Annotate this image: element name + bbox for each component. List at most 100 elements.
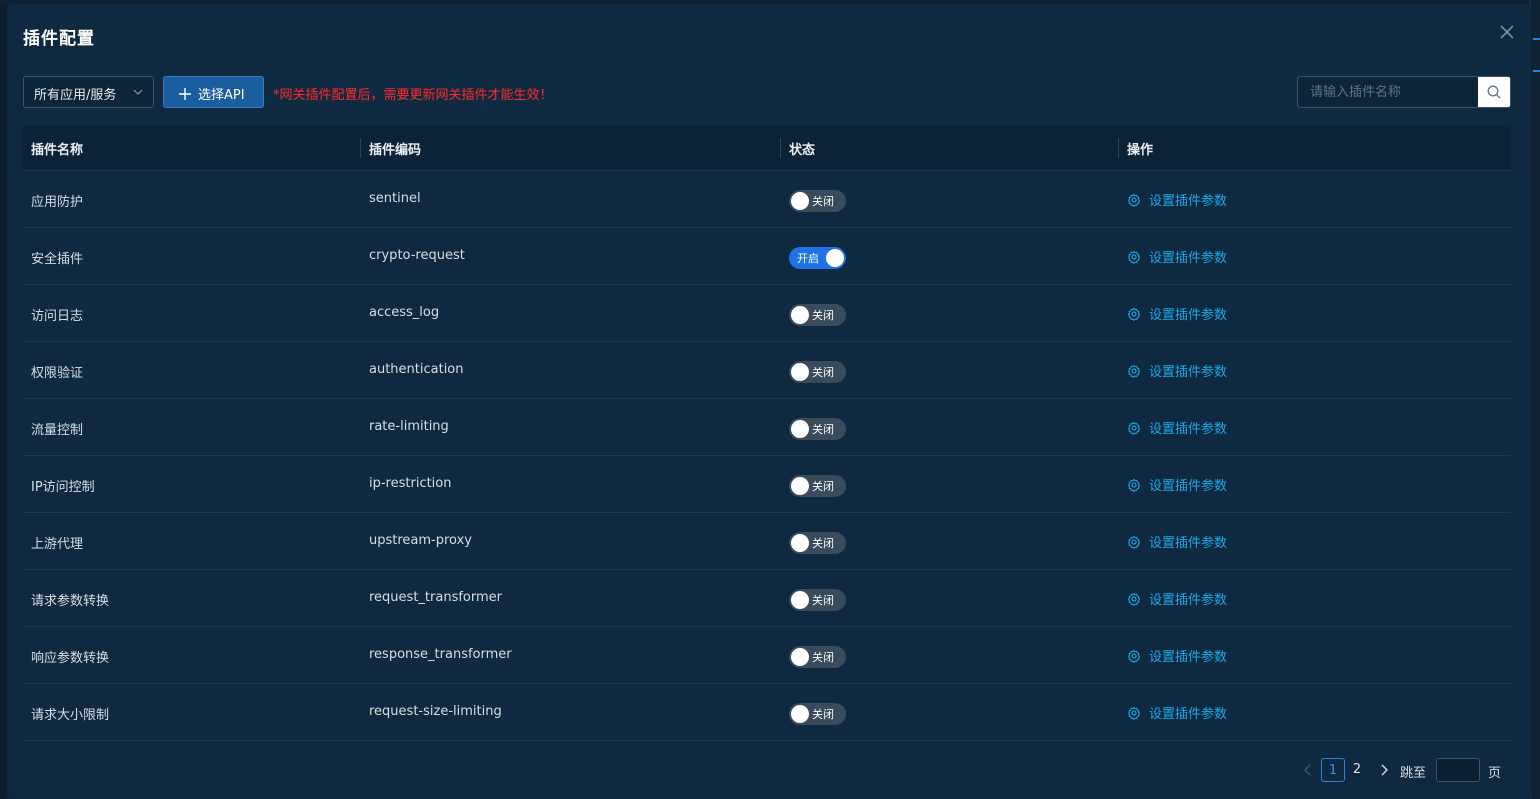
plugin-code-cell: ip-restriction bbox=[369, 476, 452, 491]
action-label: 设置插件参数 bbox=[1149, 422, 1228, 437]
plugin-code-cell: authentication bbox=[369, 362, 464, 377]
action-label: 设置插件参数 bbox=[1149, 707, 1228, 722]
set-plugin-params-link[interactable]: 设置插件参数 bbox=[1127, 190, 1227, 209]
plugin-code-cell: sentinel bbox=[369, 191, 421, 206]
status-cell: 关闭 bbox=[781, 570, 1119, 626]
action-cell: 设置插件参数 bbox=[1119, 684, 1511, 740]
status-toggle[interactable]: 关闭 bbox=[789, 361, 846, 383]
toggle-label: 关闭 bbox=[812, 423, 834, 436]
toggle-knob bbox=[791, 648, 809, 666]
warning-text: *网关插件配置后，需要更新网关插件才能生效！ bbox=[273, 88, 553, 103]
status-toggle[interactable]: 开启 bbox=[789, 247, 846, 269]
action-label: 设置插件参数 bbox=[1149, 479, 1228, 494]
plugin-code-cell: crypto-request bbox=[369, 248, 465, 263]
set-plugin-params-link[interactable]: 设置插件参数 bbox=[1127, 304, 1227, 323]
select-api-button[interactable]: 选择API bbox=[163, 76, 264, 108]
table-row: IP访问控制 ip-restriction 关闭 设置插件参数 bbox=[23, 456, 1511, 513]
toggle-knob bbox=[791, 477, 809, 495]
status-toggle[interactable]: 关闭 bbox=[789, 475, 846, 497]
action-cell: 设置插件参数 bbox=[1119, 285, 1511, 341]
plugin-name-cell: 权限验证 bbox=[31, 366, 84, 381]
gear-icon bbox=[1127, 592, 1141, 606]
chevron-down-icon bbox=[133, 89, 143, 95]
table-header: 插件名称 插件编码 状态 操作 bbox=[23, 125, 1511, 171]
select-api-label: 选择API bbox=[198, 88, 245, 103]
action-cell: 设置插件参数 bbox=[1119, 456, 1511, 512]
chevron-left-icon[interactable] bbox=[1301, 762, 1315, 778]
status-toggle[interactable]: 关闭 bbox=[789, 418, 846, 440]
action-label: 设置插件参数 bbox=[1149, 251, 1228, 266]
toggle-label: 关闭 bbox=[812, 594, 834, 607]
close-icon[interactable] bbox=[1497, 22, 1517, 42]
toggle-knob bbox=[791, 363, 809, 381]
plugin-config-modal: 插件配置 所有应用/服务 选择API *网关插件配置后，需要更新网关插件才能生效… bbox=[7, 4, 1531, 799]
status-toggle[interactable]: 关闭 bbox=[789, 190, 846, 212]
plugin-code-cell: rate-limiting bbox=[369, 419, 449, 434]
background-marker bbox=[1533, 70, 1540, 72]
plugin-table: 插件名称 插件编码 状态 操作 应用防护 sentinel 关闭 设置插件参数 安全插件… bbox=[23, 125, 1511, 741]
set-plugin-params-link[interactable]: 设置插件参数 bbox=[1127, 475, 1227, 494]
table-body: 应用防护 sentinel 关闭 设置插件参数 安全插件 crypto-request 开启… bbox=[23, 171, 1511, 741]
plus-icon bbox=[179, 88, 191, 100]
page-button-2[interactable]: 2 bbox=[1345, 758, 1369, 782]
set-plugin-params-link[interactable]: 设置插件参数 bbox=[1127, 589, 1227, 608]
action-cell: 设置插件参数 bbox=[1119, 513, 1511, 569]
status-toggle[interactable]: 关闭 bbox=[789, 304, 846, 326]
toggle-label: 关闭 bbox=[812, 309, 834, 322]
background-app-edge bbox=[1530, 0, 1540, 799]
plugin-name-cell: 应用防护 bbox=[31, 195, 84, 210]
set-plugin-params-link[interactable]: 设置插件参数 bbox=[1127, 361, 1227, 380]
search-button[interactable] bbox=[1478, 77, 1510, 107]
table-row: 权限验证 authentication 关闭 设置插件参数 bbox=[23, 342, 1511, 399]
plugin-name-cell: IP访问控制 bbox=[31, 480, 95, 495]
gear-icon bbox=[1127, 706, 1141, 720]
status-toggle[interactable]: 关闭 bbox=[789, 532, 846, 554]
plugin-name-cell: 请求参数转换 bbox=[31, 594, 110, 609]
table-row: 安全插件 crypto-request 开启 设置插件参数 bbox=[23, 228, 1511, 285]
page-button-1[interactable]: 1 bbox=[1321, 758, 1345, 782]
search-icon bbox=[1487, 85, 1501, 99]
toggle-knob bbox=[791, 705, 809, 723]
gear-icon bbox=[1127, 421, 1141, 435]
gear-icon bbox=[1127, 250, 1141, 264]
toggle-knob bbox=[791, 420, 809, 438]
action-label: 设置插件参数 bbox=[1149, 365, 1228, 380]
set-plugin-params-link[interactable]: 设置插件参数 bbox=[1127, 418, 1227, 437]
status-toggle[interactable]: 关闭 bbox=[789, 646, 846, 668]
status-cell: 关闭 bbox=[781, 285, 1119, 341]
status-cell: 开启 bbox=[781, 228, 1119, 284]
page-jump-input[interactable] bbox=[1436, 758, 1480, 782]
scope-select-value: 所有应用/服务 bbox=[34, 88, 117, 103]
toggle-knob bbox=[826, 249, 844, 267]
plugin-code-cell: access_log bbox=[369, 305, 440, 320]
table-row: 响应参数转换 response_transformer 关闭 设置插件参数 bbox=[23, 627, 1511, 684]
scope-select[interactable]: 所有应用/服务 bbox=[23, 76, 154, 108]
action-label: 设置插件参数 bbox=[1149, 194, 1228, 209]
toggle-label: 关闭 bbox=[812, 195, 834, 208]
status-cell: 关闭 bbox=[781, 684, 1119, 740]
gear-icon bbox=[1127, 364, 1141, 378]
status-toggle[interactable]: 关闭 bbox=[789, 703, 846, 725]
toggle-knob bbox=[791, 306, 809, 324]
action-label: 设置插件参数 bbox=[1149, 593, 1228, 608]
toggle-label: 关闭 bbox=[812, 537, 834, 550]
header-status: 状态 bbox=[789, 143, 816, 158]
action-label: 设置插件参数 bbox=[1149, 308, 1228, 323]
gear-icon bbox=[1127, 307, 1141, 321]
search-input[interactable] bbox=[1298, 77, 1478, 107]
table-row: 上游代理 upstream-proxy 关闭 设置插件参数 bbox=[23, 513, 1511, 570]
set-plugin-params-link[interactable]: 设置插件参数 bbox=[1127, 247, 1227, 266]
chevron-right-icon[interactable] bbox=[1377, 762, 1391, 778]
set-plugin-params-link[interactable]: 设置插件参数 bbox=[1127, 646, 1227, 665]
set-plugin-params-link[interactable]: 设置插件参数 bbox=[1127, 703, 1227, 722]
status-toggle[interactable]: 关闭 bbox=[789, 589, 846, 611]
status-cell: 关闭 bbox=[781, 627, 1119, 683]
pagination: 1 2 跳至 页 bbox=[1301, 758, 1511, 782]
set-plugin-params-link[interactable]: 设置插件参数 bbox=[1127, 532, 1227, 551]
background-marker bbox=[1533, 38, 1540, 40]
modal-title: 插件配置 bbox=[23, 29, 95, 49]
gear-icon bbox=[1127, 649, 1141, 663]
toolbar: 所有应用/服务 选择API *网关插件配置后，需要更新网关插件才能生效！ bbox=[23, 76, 1511, 108]
toggle-label: 关闭 bbox=[812, 708, 834, 721]
plugin-code-cell: upstream-proxy bbox=[369, 533, 472, 548]
